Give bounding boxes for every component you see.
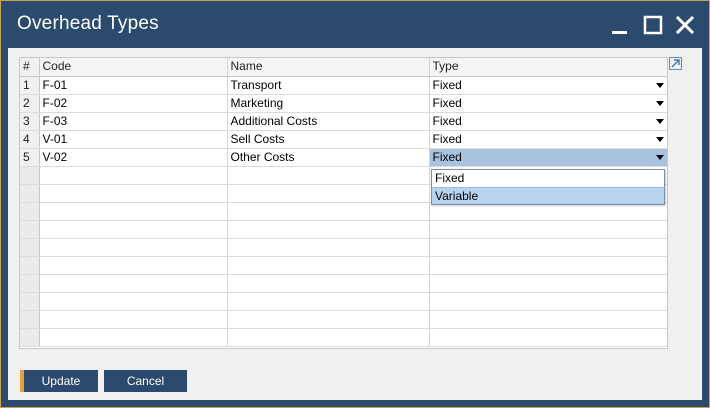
type-select[interactable]: Fixed [429, 112, 667, 131]
code-cell[interactable] [39, 328, 228, 347]
name-cell[interactable] [227, 292, 430, 311]
dropdown-arrow-icon[interactable] [655, 100, 664, 106]
table-row[interactable]: 4 V-01 Sell Costs Fixed [20, 130, 667, 149]
type-value: Fixed [432, 131, 462, 146]
column-header-type[interactable]: Type [429, 58, 667, 77]
dropdown-arrow-icon[interactable] [655, 136, 664, 142]
type-cell[interactable] [429, 220, 667, 239]
row-number[interactable] [20, 328, 40, 347]
name-cell[interactable] [227, 220, 430, 239]
name-cell[interactable] [227, 166, 430, 185]
row-number[interactable]: 5 [20, 148, 40, 167]
empty-table-row[interactable] [20, 238, 667, 257]
name-cell[interactable]: Marketing [227, 94, 430, 113]
code-cell[interactable]: F-01 [39, 76, 228, 95]
name-cell[interactable] [227, 202, 430, 221]
code-cell[interactable]: V-02 [39, 148, 228, 167]
title-bar[interactable]: Overhead Types [1, 1, 709, 48]
name-cell[interactable]: Additional Costs [227, 112, 430, 131]
maximize-icon[interactable] [642, 14, 664, 36]
type-value: Fixed [432, 95, 462, 110]
row-number[interactable] [20, 310, 40, 329]
type-select[interactable]: Fixed [429, 94, 667, 113]
type-cell[interactable] [429, 310, 667, 329]
dropdown-option-fixed[interactable]: Fixed [432, 170, 664, 187]
code-cell[interactable] [39, 238, 228, 257]
row-number[interactable] [20, 292, 40, 311]
name-cell[interactable]: Other Costs [227, 148, 430, 167]
type-cell[interactable] [429, 274, 667, 293]
name-cell[interactable] [227, 328, 430, 347]
type-cell[interactable] [429, 292, 667, 311]
empty-table-row[interactable] [20, 256, 667, 275]
row-number[interactable]: 2 [20, 94, 40, 113]
type-select[interactable]: Fixed [429, 76, 667, 95]
row-number[interactable] [20, 274, 40, 293]
dropdown-option-variable[interactable]: Variable [432, 187, 664, 204]
code-cell[interactable] [39, 220, 228, 239]
name-cell[interactable] [227, 310, 430, 329]
code-cell[interactable]: V-01 [39, 130, 228, 149]
code-cell[interactable] [39, 202, 228, 221]
row-number[interactable] [20, 238, 40, 257]
column-header-code[interactable]: Code [39, 58, 228, 77]
table-row[interactable]: 5 V-02 Other Costs Fixed [20, 148, 667, 167]
row-number[interactable]: 4 [20, 130, 40, 149]
overhead-types-window: Overhead Types # Code Name Type 1 F-01 T… [0, 0, 710, 408]
dropdown-arrow-icon[interactable] [655, 118, 664, 124]
code-cell[interactable] [39, 310, 228, 329]
code-cell[interactable] [39, 256, 228, 275]
window-title: Overhead Types [17, 13, 159, 34]
type-select[interactable]: Fixed [429, 130, 667, 149]
column-header-name[interactable]: Name [227, 58, 430, 77]
name-cell[interactable]: Sell Costs [227, 130, 430, 149]
minimize-icon[interactable] [609, 14, 631, 36]
cancel-button[interactable]: Cancel [104, 370, 187, 392]
code-cell[interactable] [39, 184, 228, 203]
code-cell[interactable] [39, 274, 228, 293]
empty-table-row[interactable] [20, 220, 667, 239]
type-value: Fixed [432, 113, 462, 128]
expand-icon[interactable] [669, 57, 682, 70]
row-number[interactable]: 3 [20, 112, 40, 131]
name-cell[interactable] [227, 238, 430, 257]
table-row[interactable]: 1 F-01 Transport Fixed [20, 76, 667, 95]
close-icon[interactable] [674, 14, 696, 36]
code-cell[interactable]: F-03 [39, 112, 228, 131]
row-number[interactable] [20, 220, 40, 239]
grid-body: 1 F-01 Transport Fixed 2 F-02 Marketing … [20, 76, 667, 347]
dialog-content: # Code Name Type 1 F-01 Transport Fixed … [8, 48, 702, 400]
name-cell[interactable]: Transport [227, 76, 430, 95]
empty-table-row[interactable] [20, 310, 667, 329]
type-value: Fixed [432, 77, 462, 92]
column-header-number[interactable]: # [20, 58, 40, 77]
table-row[interactable]: 3 F-03 Additional Costs Fixed [20, 112, 667, 131]
code-cell[interactable] [39, 292, 228, 311]
type-select-active[interactable]: Fixed [429, 148, 667, 167]
row-number[interactable] [20, 166, 40, 185]
row-number[interactable] [20, 184, 40, 203]
empty-table-row[interactable] [20, 328, 667, 347]
name-cell[interactable] [227, 184, 430, 203]
dropdown-arrow-icon[interactable] [655, 82, 664, 88]
row-number[interactable] [20, 202, 40, 221]
name-cell[interactable] [227, 256, 430, 275]
name-cell[interactable] [227, 274, 430, 293]
dropdown-arrow-icon[interactable] [655, 154, 664, 160]
type-dropdown-list[interactable]: Fixed Variable [431, 169, 665, 205]
type-value: Fixed [432, 149, 462, 164]
type-cell[interactable] [429, 328, 667, 347]
code-cell[interactable] [39, 166, 228, 185]
empty-table-row[interactable] [20, 274, 667, 293]
row-number[interactable] [20, 256, 40, 275]
type-cell[interactable] [429, 238, 667, 257]
table-row[interactable]: 2 F-02 Marketing Fixed [20, 94, 667, 113]
grid-header-row: # Code Name Type [20, 58, 667, 77]
empty-table-row[interactable] [20, 292, 667, 311]
row-number[interactable]: 1 [20, 76, 40, 95]
update-button[interactable]: Update [20, 370, 98, 392]
type-cell[interactable] [429, 256, 667, 275]
code-cell[interactable]: F-02 [39, 94, 228, 113]
